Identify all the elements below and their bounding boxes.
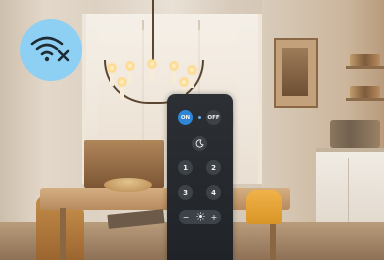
candle-light [107,62,117,74]
dim-down-button[interactable]: − [179,213,193,222]
dining-room-scene: ON OFF 1 2 3 4 − + [0,0,384,260]
moon-icon [195,139,204,148]
shelf-items [350,86,380,98]
brightness-icon [193,211,207,223]
on-button[interactable]: ON [178,110,193,125]
candle-light [125,60,135,72]
off-button[interactable]: OFF [206,110,221,125]
wifi-status-badge [20,19,82,81]
table-leg [60,208,66,260]
wall-picture [274,38,318,108]
button-4[interactable]: 4 [206,185,221,200]
wifi-off-icon [30,36,70,62]
button-2[interactable]: 2 [206,160,221,175]
remote-control: ON OFF 1 2 3 4 − + [167,94,233,260]
candle-light [179,76,189,88]
chandelier-rod [152,0,154,60]
chair [246,190,282,224]
candle-light [169,60,179,72]
candle-light [187,64,197,76]
night-mode-button[interactable] [192,136,207,151]
shelf [346,98,384,101]
dimmer-control: − + [179,210,221,224]
shelf-items [350,54,380,66]
button-1[interactable]: 1 [178,160,193,175]
kitchen-counter-items [330,120,380,148]
shelf [346,66,384,69]
candle-light [147,58,157,70]
fruit-bowl [104,178,152,192]
candle-light [117,76,127,88]
indicator-light [198,116,201,119]
button-3[interactable]: 3 [178,185,193,200]
dim-up-button[interactable]: + [207,213,221,222]
